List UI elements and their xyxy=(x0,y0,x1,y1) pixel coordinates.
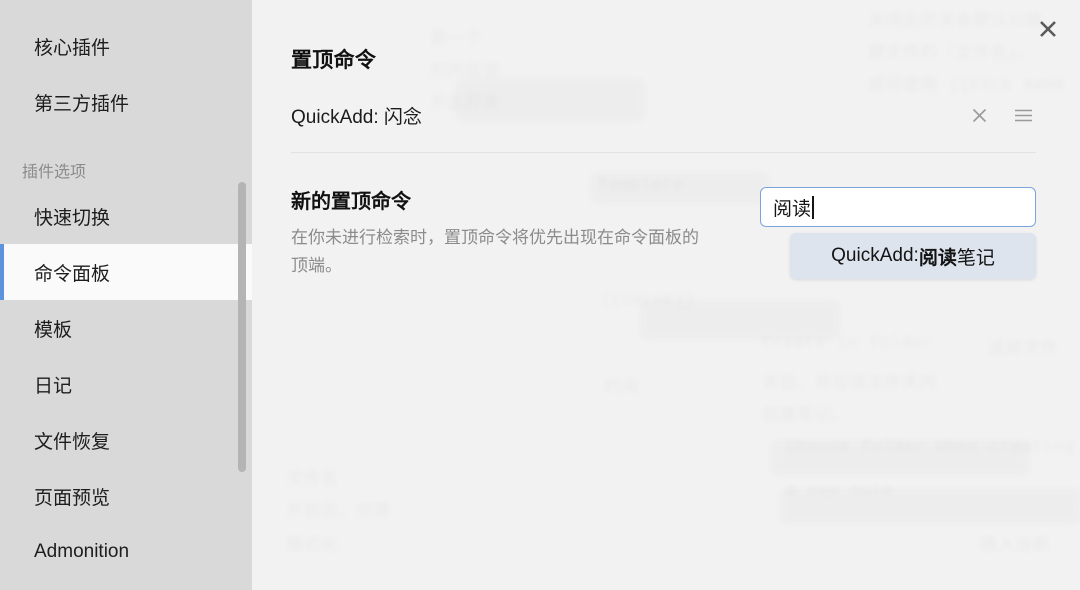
sidebar-item-label: 快速切换 xyxy=(34,207,111,229)
new-pinned-command-setting: 新的置顶命令 在你未进行检索时，置顶命令将优先出现在命令面板的顶端。 阅读 Qu… xyxy=(291,185,1036,279)
input-value: 阅读 xyxy=(773,198,812,220)
setting-control: 阅读 QuickAdd: 阅读 笔记 xyxy=(711,185,1036,279)
pinned-command-actions xyxy=(966,102,1036,128)
setting-info: 新的置顶命令 在你未进行检索时，置顶命令将优先出现在命令面板的顶端。 xyxy=(291,185,711,279)
sidebar-item-label: 核心插件 xyxy=(34,37,111,59)
sidebar-item-daily-notes[interactable]: 日记 xyxy=(0,356,252,412)
text-caret xyxy=(812,195,814,219)
settings-modal: 关闭此开关会默认以输 建文件的「文件名」， 或可使用 {{FILE NAME 是… xyxy=(0,0,1080,590)
pinned-command-row: QuickAdd: 闪念 xyxy=(291,96,1036,134)
new-pinned-command-input[interactable]: 阅读 xyxy=(760,187,1036,227)
sidebar-item-templates[interactable]: 模板 xyxy=(0,300,252,356)
sidebar-item-label: 模板 xyxy=(34,319,73,341)
sidebar-item-third-party-plugins[interactable]: 第三方插件 xyxy=(0,74,252,130)
sidebar-item-admonition[interactable]: Admonition xyxy=(0,524,252,580)
sidebar-item-label: Admonition xyxy=(34,541,130,562)
setting-name: 新的置顶命令 xyxy=(291,191,411,213)
sidebar-item-label: 第三方插件 xyxy=(34,93,130,115)
sidebar-item-file-recovery[interactable]: 文件恢复 xyxy=(0,412,252,468)
close-icon xyxy=(1040,21,1056,37)
sidebar-item-label: 页面预览 xyxy=(34,487,111,509)
page-title: 置顶命令 xyxy=(291,49,377,72)
settings-content: 置顶命令 QuickAdd: 闪念 新的置顶命令 在你未进行检索时，置顶命令将优… xyxy=(252,0,1080,590)
suggestion-match: 阅读 xyxy=(918,247,957,269)
sidebar-item-label: 文件恢复 xyxy=(34,431,111,453)
remove-pinned-command-icon[interactable] xyxy=(966,102,992,128)
setting-description: 在你未进行检索时，置顶命令将优先出现在命令面板的顶端。 xyxy=(291,228,699,275)
sidebar-item-quick-switcher[interactable]: 快速切换 xyxy=(0,188,252,244)
sidebar-item-label: 命令面板 xyxy=(34,263,111,285)
command-suggestion-item[interactable]: QuickAdd: 阅读 笔记 xyxy=(790,233,1036,279)
suggestion-prefix: QuickAdd: xyxy=(831,245,919,266)
sidebar-item-core-plugins[interactable]: 核心插件 xyxy=(0,18,252,74)
pinned-command-name: QuickAdd: 闪念 xyxy=(291,106,422,128)
settings-sidebar: 核心插件 第三方插件 插件选项 快速切换 命令面板 模板 日记 文件恢复 页面预… xyxy=(0,0,252,590)
sidebar-item-label: 日记 xyxy=(34,375,73,397)
sidebar-section-label: 插件选项 xyxy=(22,164,87,181)
command-suggestion-list: QuickAdd: 阅读 笔记 xyxy=(790,233,1036,279)
close-modal-button[interactable] xyxy=(1032,13,1064,45)
suggestion-suffix: 笔记 xyxy=(956,247,995,269)
section-divider xyxy=(291,152,1036,153)
sidebar-scrollbar[interactable] xyxy=(238,182,246,472)
sidebar-item-command-palette[interactable]: 命令面板 xyxy=(0,244,252,300)
sidebar-item-page-preview[interactable]: 页面预览 xyxy=(0,468,252,524)
hamburger-drag-handle-icon[interactable] xyxy=(1010,102,1036,128)
